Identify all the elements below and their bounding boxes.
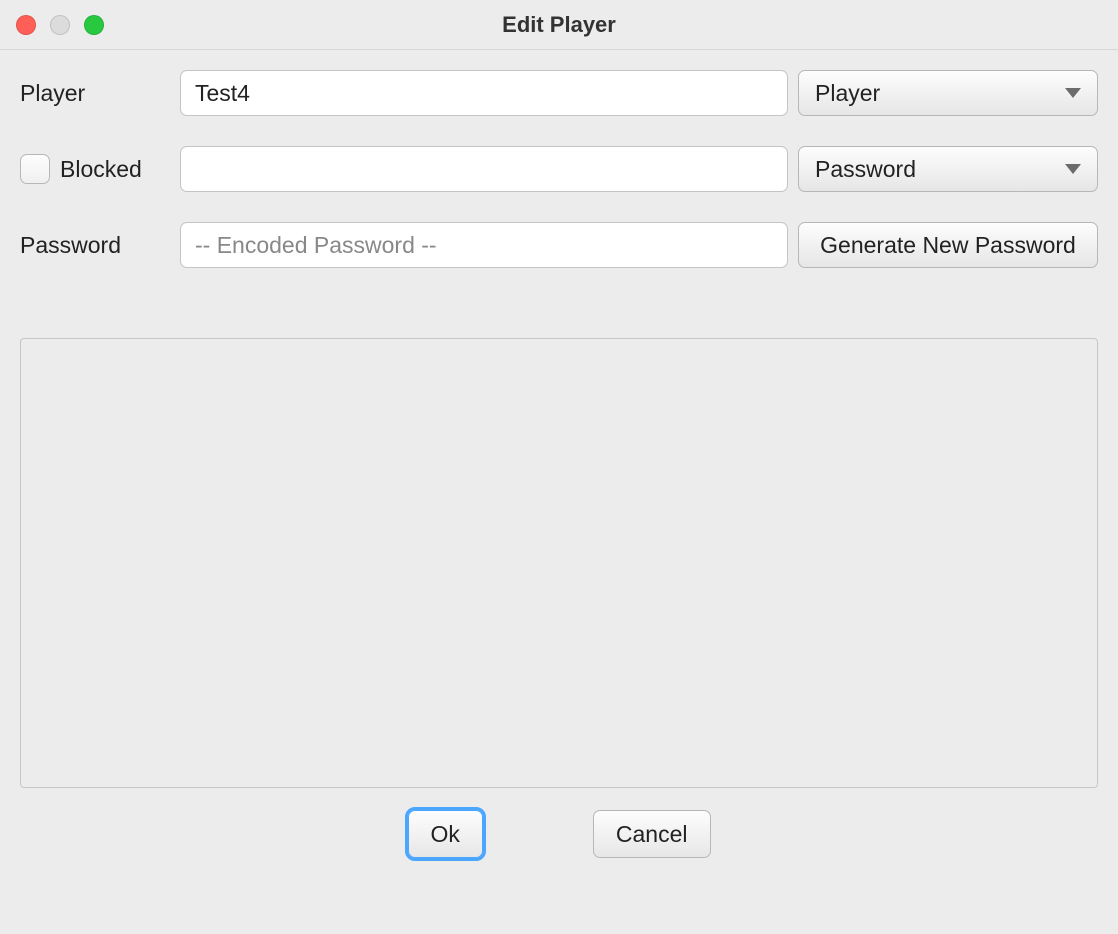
- blocked-label: Blocked: [60, 156, 142, 183]
- player-label: Player: [20, 80, 85, 107]
- zoom-icon[interactable]: [84, 15, 104, 35]
- password-row: Password Generate New Password: [20, 222, 1098, 268]
- chevron-down-icon: [1065, 88, 1081, 98]
- form-content: Player Player Blocked Password Password: [0, 50, 1118, 878]
- player-type-select[interactable]: Player: [798, 70, 1098, 116]
- edit-player-window: Edit Player Player Player Blocked Passwo…: [0, 0, 1118, 934]
- generate-password-button[interactable]: Generate New Password: [798, 222, 1098, 268]
- player-row: Player Player: [20, 70, 1098, 116]
- ok-label: Ok: [431, 821, 460, 848]
- window-title: Edit Player: [0, 12, 1118, 38]
- blocked-checkbox[interactable]: [20, 154, 50, 184]
- generate-password-label: Generate New Password: [820, 232, 1076, 259]
- player-type-value: Player: [815, 80, 880, 107]
- minimize-icon: [50, 15, 70, 35]
- titlebar: Edit Player: [0, 0, 1118, 50]
- ok-button[interactable]: Ok: [408, 810, 483, 858]
- dialog-buttons: Ok Cancel: [20, 810, 1098, 878]
- password-label: Password: [20, 232, 121, 259]
- close-icon[interactable]: [16, 15, 36, 35]
- window-controls: [16, 15, 104, 35]
- blocked-input[interactable]: [180, 146, 788, 192]
- cancel-label: Cancel: [616, 821, 688, 848]
- password-input[interactable]: [180, 222, 788, 268]
- details-panel: [20, 338, 1098, 788]
- auth-type-value: Password: [815, 156, 916, 183]
- blocked-row: Blocked Password: [20, 146, 1098, 192]
- auth-type-select[interactable]: Password: [798, 146, 1098, 192]
- chevron-down-icon: [1065, 164, 1081, 174]
- player-name-input[interactable]: [180, 70, 788, 116]
- cancel-button[interactable]: Cancel: [593, 810, 711, 858]
